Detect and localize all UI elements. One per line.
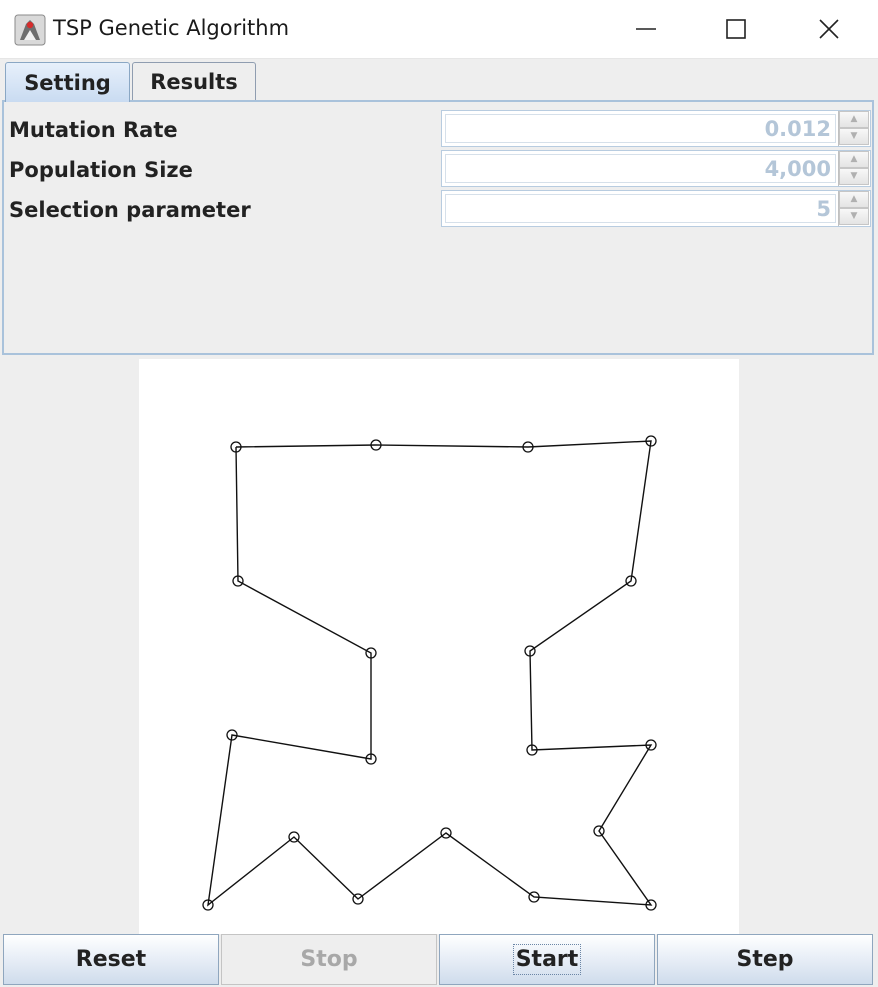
mutation-rate-spinner[interactable]: 0.012 ▲ ▼ [441, 110, 871, 147]
stop-button[interactable]: Stop [221, 934, 437, 985]
title-bar: TSP Genetic Algorithm [0, 0, 878, 59]
start-button[interactable]: Start [439, 934, 655, 985]
close-button[interactable] [783, 0, 875, 58]
step-button[interactable]: Step [657, 934, 873, 985]
minimize-icon [636, 28, 656, 30]
population-size-spinner[interactable]: 4,000 ▲ ▼ [441, 150, 871, 187]
close-icon [819, 19, 839, 39]
spin-up-icon[interactable]: ▲ [839, 151, 869, 168]
mutation-rate-field[interactable]: 0.012 [445, 114, 836, 143]
population-size-field[interactable]: 4,000 [445, 154, 836, 183]
maximize-icon [726, 19, 746, 39]
reset-button[interactable]: Reset [3, 934, 219, 985]
minimize-button[interactable] [600, 0, 692, 58]
route-plot [202, 435, 657, 911]
window-title: TSP Genetic Algorithm [53, 16, 290, 40]
start-button-label: Start [512, 944, 582, 975]
spin-up-icon[interactable]: ▲ [839, 191, 869, 208]
tab-setting[interactable]: Setting [5, 62, 130, 102]
population-size-spin-buttons: ▲ ▼ [838, 151, 870, 186]
tab-results[interactable]: Results [132, 62, 256, 100]
spin-up-icon[interactable]: ▲ [839, 111, 869, 128]
java-app-icon [14, 14, 46, 46]
selection-parameter-spinner[interactable]: 5 ▲ ▼ [441, 190, 871, 227]
route-path [207, 440, 653, 907]
maximize-button[interactable] [690, 0, 782, 58]
selection-parameter-field[interactable]: 5 [445, 194, 836, 223]
route-canvas [139, 359, 739, 934]
settings-panel: Mutation Rate 0.012 ▲ ▼ Population Size … [2, 100, 874, 355]
spin-down-icon[interactable]: ▼ [839, 128, 869, 145]
population-size-label: Population Size [9, 158, 193, 182]
selection-parameter-spin-buttons: ▲ ▼ [838, 191, 870, 226]
selection-parameter-label: Selection parameter [9, 198, 251, 222]
spin-down-icon[interactable]: ▼ [839, 168, 869, 185]
mutation-rate-spin-buttons: ▲ ▼ [838, 111, 870, 146]
spin-down-icon[interactable]: ▼ [839, 208, 869, 225]
mutation-rate-label: Mutation Rate [9, 118, 178, 142]
